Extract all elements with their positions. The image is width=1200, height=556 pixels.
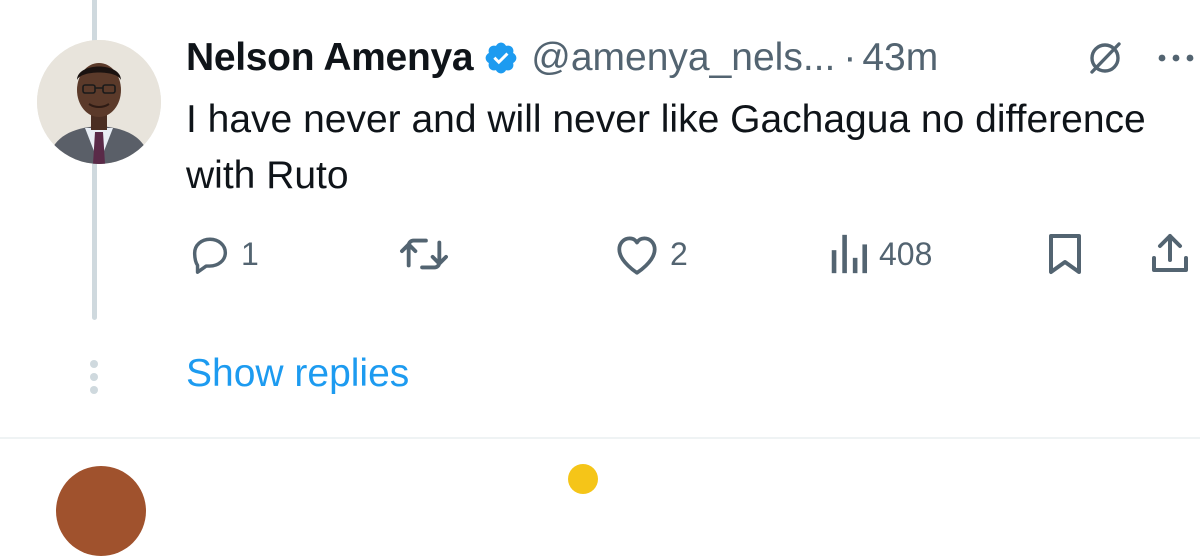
tweet-text: I have never and will never like Gachagu… [186, 98, 1146, 197]
tweet-actions-bar: 1 2 408 [0, 226, 1200, 282]
bookmark-button[interactable] [1043, 226, 1087, 282]
more-icon[interactable] [1153, 44, 1199, 72]
reply-count: 1 [241, 235, 259, 272]
heart-icon [617, 236, 657, 275]
thread-collapse-dots-icon [90, 360, 98, 394]
author-avatar[interactable] [37, 40, 161, 164]
tweet-timestamp[interactable]: 43m [862, 36, 938, 80]
repost-icon [400, 238, 448, 270]
like-count: 2 [670, 235, 688, 272]
repost-button[interactable] [397, 226, 459, 282]
author-handle[interactable]: @amenya_nels... [531, 36, 835, 80]
share-button[interactable] [1148, 226, 1192, 282]
verified-badge-icon [485, 42, 517, 74]
show-replies-link[interactable]: Show replies [186, 352, 409, 396]
reply-icon [192, 237, 228, 274]
views-icon [831, 234, 868, 274]
views-button[interactable]: 408 [827, 226, 932, 282]
next-tweet-avatar[interactable] [56, 466, 146, 556]
header-separator: · [843, 36, 857, 79]
next-tweet-emoji [568, 464, 598, 494]
grok-icon[interactable] [1083, 36, 1127, 80]
tweet-header: Nelson Amenya @amenya_nels... · 43m [186, 28, 1200, 88]
views-count: 408 [879, 235, 933, 272]
tweet-divider [0, 437, 1200, 439]
like-button[interactable]: 2 [612, 226, 688, 282]
bookmark-icon [1049, 234, 1081, 274]
share-icon [1152, 234, 1188, 272]
author-name[interactable]: Nelson Amenya [186, 36, 474, 80]
reply-button[interactable]: 1 [187, 226, 259, 282]
